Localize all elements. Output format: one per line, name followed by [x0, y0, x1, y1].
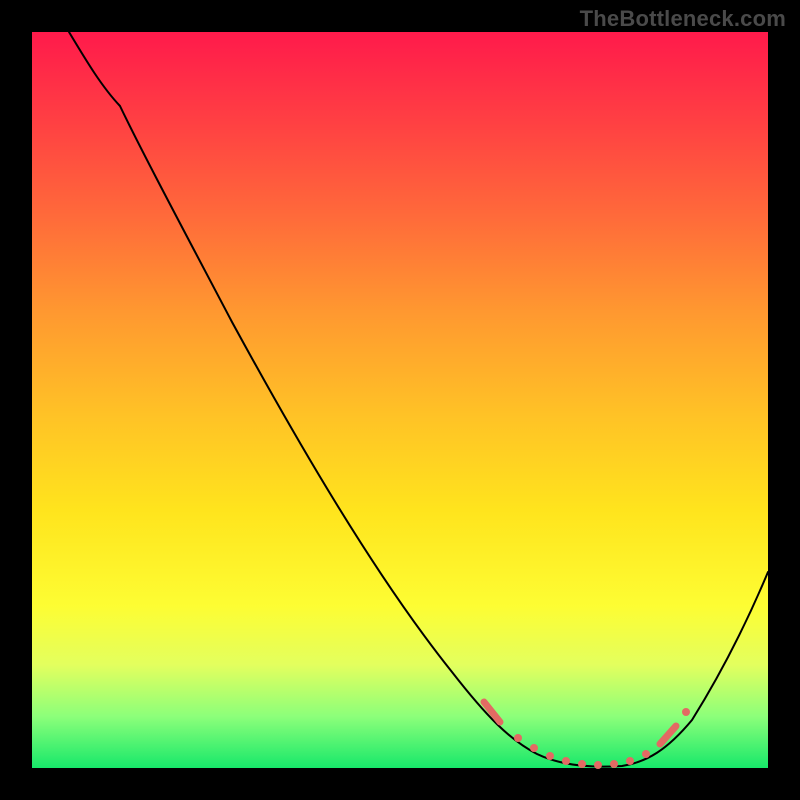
bottleneck-curve [69, 32, 768, 767]
watermark-text: TheBottleneck.com [580, 6, 786, 32]
chart-frame: TheBottleneck.com [0, 0, 800, 800]
bottleneck-curve-svg [32, 32, 768, 768]
highlight-dots [484, 702, 690, 769]
plot-area [32, 32, 768, 768]
